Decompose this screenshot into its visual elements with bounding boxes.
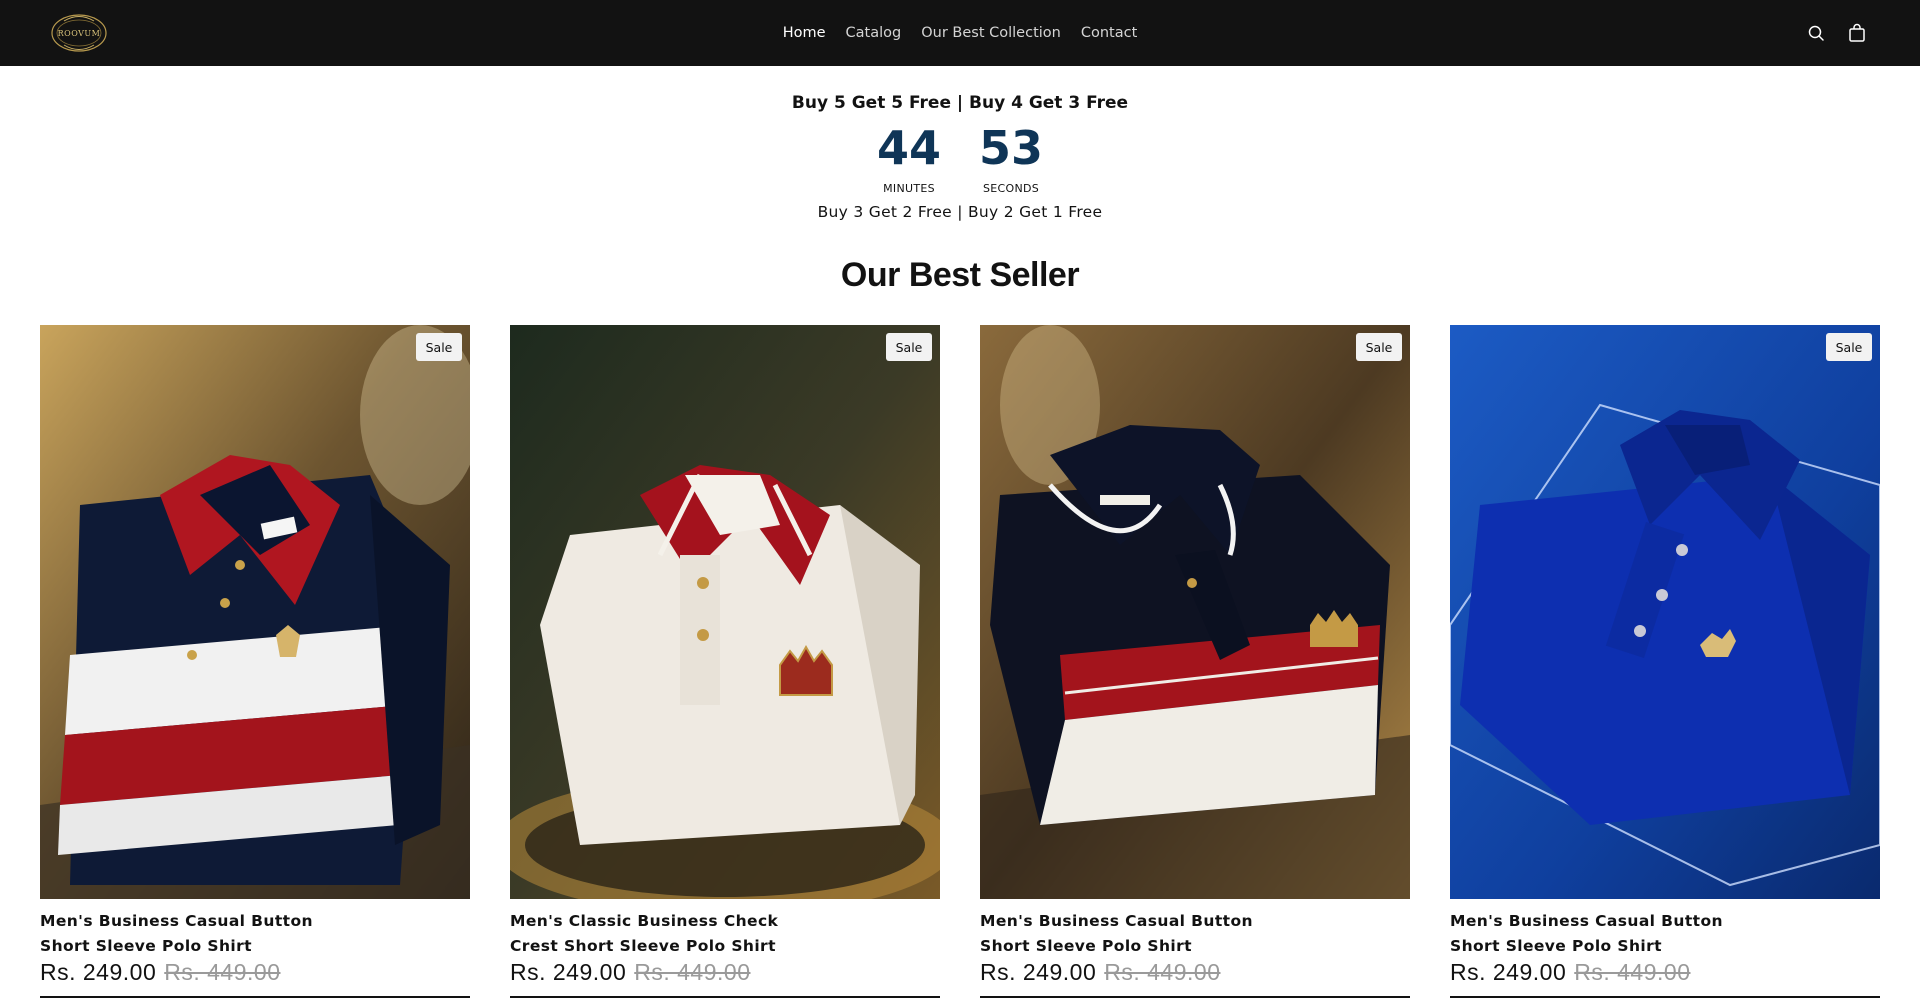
sale-badge: Sale [1356,333,1402,361]
sale-badge: Sale [1826,333,1872,361]
price-row: Rs. 249.00 Rs. 449.00 [40,959,470,986]
regular-price: Rs. 449.00 [1104,959,1221,985]
sale-price: Rs. 249.00 [40,959,157,985]
product-title-line2: Short Sleeve Polo Shirt [980,937,1192,955]
product-title[interactable]: Men's Business Casual Button Short Sleev… [40,909,370,959]
product-title[interactable]: Men's Business Casual Button Short Sleev… [980,909,1310,959]
product-title-line1: Men's Classic Business Check [510,912,779,930]
product-title-line2: Crest Short Sleeve Polo Shirt [510,937,776,955]
seconds-label: SECONDS [982,182,1040,195]
countdown-minutes: 44 MINUTES [876,120,942,195]
product-card[interactable]: Sale Men's Classic Business Check Crest … [510,325,940,998]
sale-badge: Sale [886,333,932,361]
nav-contact[interactable]: Contact [1081,25,1137,41]
price-row: Rs. 249.00 Rs. 449.00 [1450,959,1880,986]
product-title[interactable]: Men's Classic Business Check Crest Short… [510,909,840,959]
polo-shirt-image [40,325,470,899]
product-image[interactable]: Sale [980,325,1410,899]
store-logo[interactable]: ROOVUM [50,12,108,54]
product-image[interactable]: Sale [40,325,470,899]
cart-button[interactable] [1845,21,1869,45]
countdown-seconds: 53 SECONDS [978,120,1044,195]
product-title[interactable]: Men's Business Casual Button Short Sleev… [1450,909,1780,959]
cart-icon [1849,23,1865,42]
sale-price: Rs. 249.00 [510,959,627,985]
section-title: Our Best Seller [840,256,1080,294]
product-card[interactable]: Sale Men's Business Casual Button Short … [40,325,470,998]
product-grid: Sale Men's Business Casual Button Short … [40,325,1880,998]
promo-headline: Buy 5 Get 5 Free | Buy 4 Get 3 Free [791,93,1129,113]
nav-home[interactable]: Home [783,25,826,41]
sale-price: Rs. 249.00 [980,959,1097,985]
promo-subline: Buy 3 Get 2 Free | Buy 2 Get 1 Free [817,203,1103,221]
minutes-value: 44 [876,121,941,175]
product-card[interactable]: Sale Men's Business Casual Button Short … [1450,325,1880,998]
polo-shirt-image [1450,325,1880,899]
product-title-line2: Short Sleeve Polo Shirt [40,937,252,955]
product-card[interactable]: Sale Men's Business Casual Button Short … [980,325,1410,998]
price-row: Rs. 249.00 Rs. 449.00 [510,959,940,986]
nav-catalog[interactable]: Catalog [846,25,902,41]
product-title-line1: Men's Business Casual Button [1450,912,1723,930]
product-title-line1: Men's Business Casual Button [40,912,313,930]
search-button[interactable] [1804,21,1828,45]
product-image[interactable]: Sale [1450,325,1880,899]
sale-badge: Sale [416,333,462,361]
sale-price: Rs. 249.00 [1450,959,1567,985]
product-title-line2: Short Sleeve Polo Shirt [1450,937,1662,955]
price-row: Rs. 249.00 Rs. 449.00 [980,959,1410,986]
search-icon [1808,25,1824,41]
minutes-label: MINUTES [883,182,935,195]
seconds-value: 53 [978,121,1043,175]
regular-price: Rs. 449.00 [634,959,751,985]
nav-best-collection[interactable]: Our Best Collection [921,25,1061,41]
polo-shirt-image [510,325,940,899]
countdown-timer: 44 MINUTES 53 SECONDS [0,120,1920,195]
site-header: ROOVUM Home Catalog Our Best Collection … [0,0,1920,66]
polo-shirt-image [980,325,1410,899]
main-nav: Home Catalog Our Best Collection Contact [0,0,1920,66]
regular-price: Rs. 449.00 [164,959,281,985]
logo-text: ROOVUM [57,28,101,38]
regular-price: Rs. 449.00 [1574,959,1691,985]
product-image[interactable]: Sale [510,325,940,899]
product-title-line1: Men's Business Casual Button [980,912,1253,930]
